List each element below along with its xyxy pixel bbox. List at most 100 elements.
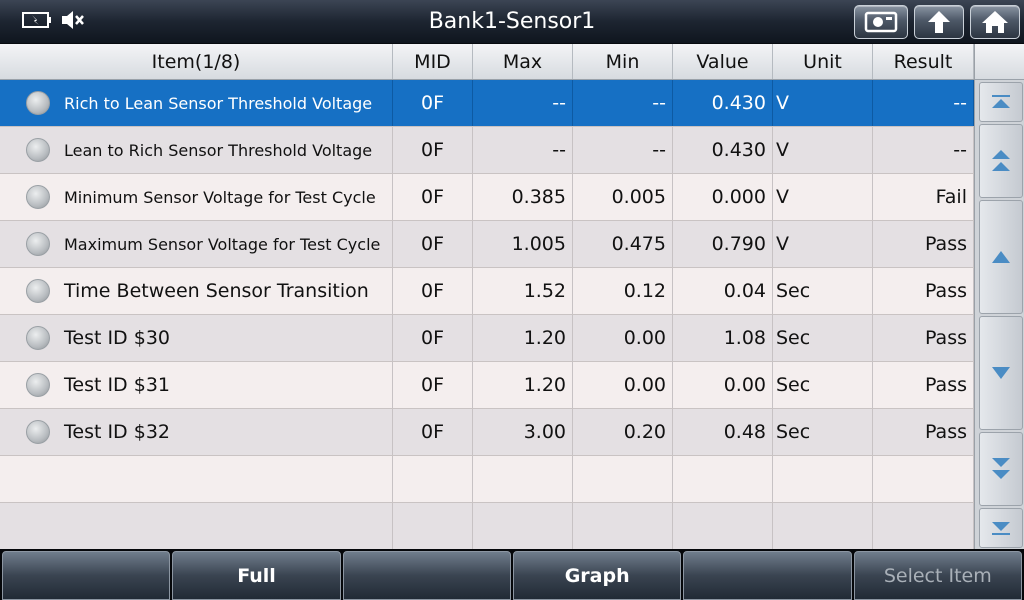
max-cell: 1.20 <box>473 315 573 361</box>
unit-cell: Sec <box>773 315 873 361</box>
item-name: Test ID $32 <box>64 421 170 443</box>
mid-cell: 0F <box>393 315 473 361</box>
scroll-bottom-icon <box>992 522 1010 535</box>
mid-cell: 0F <box>393 174 473 220</box>
select-item-button[interactable]: Select Item <box>853 551 1022 600</box>
radio-icon[interactable] <box>26 420 50 444</box>
radio-icon[interactable] <box>26 91 50 115</box>
empty-cell <box>473 503 573 549</box>
empty-cell <box>673 456 773 502</box>
scroll-top-icon <box>992 95 1010 108</box>
mid-cell: 0F <box>393 362 473 408</box>
empty-row <box>0 503 974 550</box>
item-cell: Time Between Sensor Transition <box>0 268 393 314</box>
item-cell: Minimum Sensor Voltage for Test Cycle <box>0 174 393 220</box>
line-up-button[interactable] <box>979 200 1023 314</box>
toolbar-button-empty-2[interactable] <box>342 551 511 600</box>
page-down-button[interactable] <box>979 432 1023 506</box>
min-cell: -- <box>573 127 673 173</box>
table-row[interactable]: Test ID $31 0F 1.20 0.00 0.00 Sec Pass <box>0 362 974 409</box>
result-cell: Pass <box>873 221 974 267</box>
unit-cell: V <box>773 80 873 126</box>
table-row[interactable]: Test ID $32 0F 3.00 0.20 0.48 Sec Pass <box>0 409 974 456</box>
page-up-icon <box>992 150 1010 171</box>
min-cell: 0.005 <box>573 174 673 220</box>
value-cell: 0.000 <box>673 174 773 220</box>
min-cell: 0.12 <box>573 268 673 314</box>
value-cell: 0.430 <box>673 127 773 173</box>
item-name: Test ID $30 <box>64 327 170 349</box>
table-row[interactable]: Lean to Rich Sensor Threshold Voltage 0F… <box>0 127 974 174</box>
scroll-column <box>974 44 1024 549</box>
item-cell: Maximum Sensor Voltage for Test Cycle <box>0 221 393 267</box>
empty-cell <box>873 456 974 502</box>
mid-cell: 0F <box>393 268 473 314</box>
column-header-item: Item(1/8) <box>0 44 393 79</box>
table-row[interactable]: Maximum Sensor Voltage for Test Cycle 0F… <box>0 221 974 268</box>
column-header-value: Value <box>673 44 773 79</box>
table-header: Item(1/8) MID Max Min Value Unit Result <box>0 44 974 80</box>
result-cell: -- <box>873 127 974 173</box>
radio-icon[interactable] <box>26 326 50 350</box>
value-cell: 0.04 <box>673 268 773 314</box>
radio-icon[interactable] <box>26 232 50 256</box>
empty-cell <box>573 456 673 502</box>
column-header-unit: Unit <box>773 44 873 79</box>
item-name: Maximum Sensor Voltage for Test Cycle <box>64 234 381 254</box>
mid-cell: 0F <box>393 127 473 173</box>
item-name: Lean to Rich Sensor Threshold Voltage <box>64 140 373 160</box>
value-cell: 0.790 <box>673 221 773 267</box>
radio-icon[interactable] <box>26 279 50 303</box>
back-button[interactable] <box>914 5 964 39</box>
home-button[interactable] <box>970 5 1020 39</box>
toolbar-button-empty-3[interactable] <box>683 551 852 600</box>
item-name: Minimum Sensor Voltage for Test Cycle <box>64 187 376 207</box>
table-row[interactable]: Test ID $30 0F 1.20 0.00 1.08 Sec Pass <box>0 315 974 362</box>
empty-cell <box>0 456 393 502</box>
page-up-button[interactable] <box>979 124 1023 198</box>
item-name: Time Between Sensor Transition <box>64 280 369 302</box>
item-name: Rich to Lean Sensor Threshold Voltage <box>64 93 373 113</box>
max-cell: -- <box>473 80 573 126</box>
back-icon <box>928 11 950 33</box>
item-cell: Test ID $31 <box>0 362 393 408</box>
graph-button[interactable]: Graph <box>512 551 682 600</box>
top-buttons <box>854 5 1020 39</box>
min-cell: 0.475 <box>573 221 673 267</box>
value-cell: 0.48 <box>673 409 773 455</box>
screenshot-icon <box>864 11 898 33</box>
max-cell: 3.00 <box>473 409 573 455</box>
column-header-max: Max <box>473 44 573 79</box>
column-header-mid: MID <box>393 44 473 79</box>
table-row[interactable]: Rich to Lean Sensor Threshold Voltage 0F… <box>0 80 974 127</box>
table-row[interactable]: Minimum Sensor Voltage for Test Cycle 0F… <box>0 174 974 221</box>
line-up-icon <box>992 251 1010 263</box>
value-cell: 1.08 <box>673 315 773 361</box>
unit-cell: Sec <box>773 268 873 314</box>
table-row[interactable]: Time Between Sensor Transition 0F 1.52 0… <box>0 268 974 315</box>
item-name: Test ID $31 <box>64 374 170 396</box>
line-down-button[interactable] <box>979 316 1023 430</box>
empty-cell <box>773 503 873 549</box>
scroll-top-button[interactable] <box>979 82 1023 122</box>
full-button[interactable]: Full <box>172 551 341 600</box>
result-cell: Pass <box>873 409 974 455</box>
max-cell: 1.005 <box>473 221 573 267</box>
unit-cell: V <box>773 174 873 220</box>
scroll-bottom-button[interactable] <box>979 508 1023 548</box>
item-cell: Lean to Rich Sensor Threshold Voltage <box>0 127 393 173</box>
result-cell: Pass <box>873 268 974 314</box>
empty-cell <box>393 456 473 502</box>
unit-cell: Sec <box>773 362 873 408</box>
min-cell: 0.20 <box>573 409 673 455</box>
toolbar-button-empty-1[interactable] <box>2 551 171 600</box>
line-down-icon <box>992 367 1010 379</box>
radio-icon[interactable] <box>26 138 50 162</box>
empty-cell <box>393 503 473 549</box>
mid-cell: 0F <box>393 80 473 126</box>
screenshot-button[interactable] <box>854 5 908 39</box>
value-cell: 0.430 <box>673 80 773 126</box>
radio-icon[interactable] <box>26 185 50 209</box>
result-cell: Pass <box>873 362 974 408</box>
radio-icon[interactable] <box>26 373 50 397</box>
